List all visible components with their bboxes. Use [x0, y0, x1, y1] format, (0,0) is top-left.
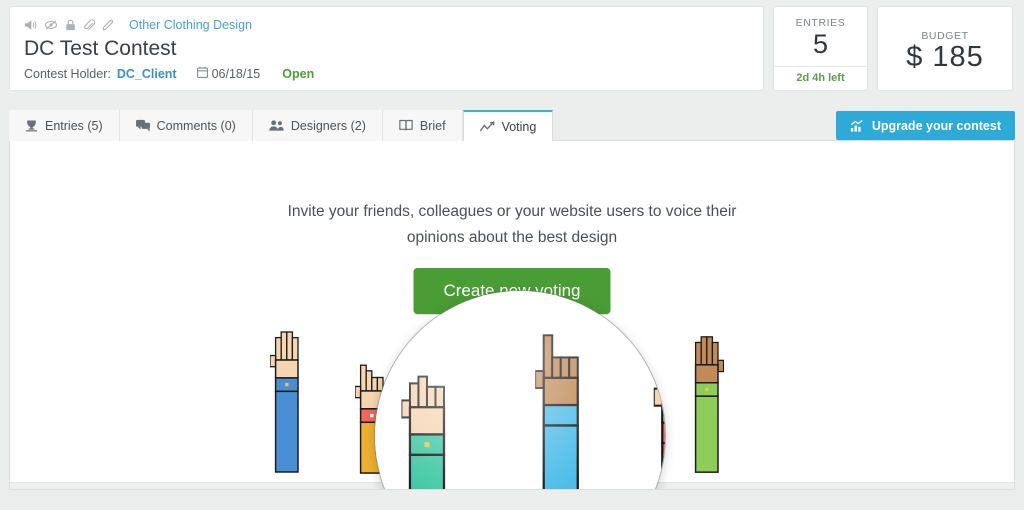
hand-blue — [269, 327, 304, 482]
comment-icon — [135, 119, 150, 132]
eye-slash-icon[interactable] — [44, 19, 58, 31]
stat-budget: BUDGET $ 185 — [877, 6, 1013, 91]
chart-line-icon — [479, 120, 495, 134]
tab-comments[interactable]: Comments (0) — [119, 110, 253, 141]
upgrade-contest-button[interactable]: Upgrade your contest — [835, 111, 1015, 140]
ground-line — [10, 482, 1014, 489]
entries-value: 5 — [812, 29, 829, 59]
contest-date: 06/18/15 — [196, 66, 261, 81]
calendar-icon — [196, 66, 208, 81]
megaphone-icon[interactable] — [24, 19, 37, 31]
tab-designers-label: Designers (2) — [290, 118, 366, 133]
contest-title: DC Test Contest — [24, 37, 177, 60]
tab-entries[interactable]: Entries (5) — [9, 110, 120, 141]
contest-holder-link[interactable]: DC_Client — [117, 67, 177, 81]
budget-value: $ 185 — [906, 40, 984, 73]
voting-promo-line2: opinions about the best design — [406, 229, 618, 246]
stat-entries: ENTRIES 5 2d 4h left — [773, 6, 868, 91]
header-row: Other Clothing Design DC Test Contest Co… — [0, 0, 1024, 97]
hand-orange — [354, 359, 389, 482]
chart-up-icon — [850, 119, 864, 132]
tab-entries-label: Entries (5) — [45, 118, 103, 133]
users-icon — [269, 119, 284, 132]
contest-summary-card: Other Clothing Design DC Test Contest Co… — [9, 6, 764, 91]
tab-voting[interactable]: Voting — [462, 110, 554, 143]
upgrade-contest-label: Upgrade your contest — [871, 118, 1001, 133]
tab-comments-label: Comments (0) — [156, 118, 236, 133]
hand-red — [607, 377, 642, 482]
tab-designers[interactable]: Designers (2) — [252, 110, 383, 141]
voting-promo-text: Invite your friends, colleagues or your … — [10, 199, 1014, 251]
raised-hands-illustration — [10, 314, 1014, 489]
contest-date-text: 06/18/15 — [211, 66, 261, 81]
trophy-icon — [25, 119, 38, 132]
lock-icon[interactable] — [65, 19, 76, 31]
contest-holder-label: Contest Holder: — [24, 66, 111, 81]
book-icon — [399, 119, 413, 132]
voting-content: Invite your friends, colleagues or your … — [10, 141, 1014, 489]
entries-label: ENTRIES — [795, 17, 846, 29]
contest-page: Other Clothing Design DC Test Contest Co… — [0, 0, 1024, 510]
voting-panel: Invite your friends, colleagues or your … — [9, 141, 1015, 490]
voting-promo-line1: Invite your friends, colleagues or your … — [287, 203, 737, 220]
contest-status-badge: Open — [282, 66, 315, 81]
entries-time-left: 2d 4h left — [774, 66, 867, 84]
contest-icon-row: Other Clothing Design — [24, 17, 749, 33]
pencil-icon[interactable] — [102, 19, 114, 32]
hand-lightblue — [529, 365, 564, 482]
contest-category-link[interactable]: Other Clothing Design — [129, 18, 252, 32]
tab-bar: Entries (5) Comments (0) Designers (2) B… — [9, 110, 1015, 143]
hand-teal — [441, 385, 476, 482]
paperclip-icon[interactable] — [83, 18, 95, 32]
contest-meta-row: Contest Holder: DC_Client 06/18/15 Open — [24, 66, 749, 81]
hand-green — [690, 332, 725, 482]
tab-voting-label: Voting — [501, 120, 537, 134]
create-new-voting-button[interactable]: Create new voting — [413, 268, 611, 314]
tab-brief[interactable]: Brief — [382, 110, 463, 141]
tab-brief-label: Brief — [419, 118, 446, 133]
budget-label: BUDGET — [921, 29, 969, 42]
